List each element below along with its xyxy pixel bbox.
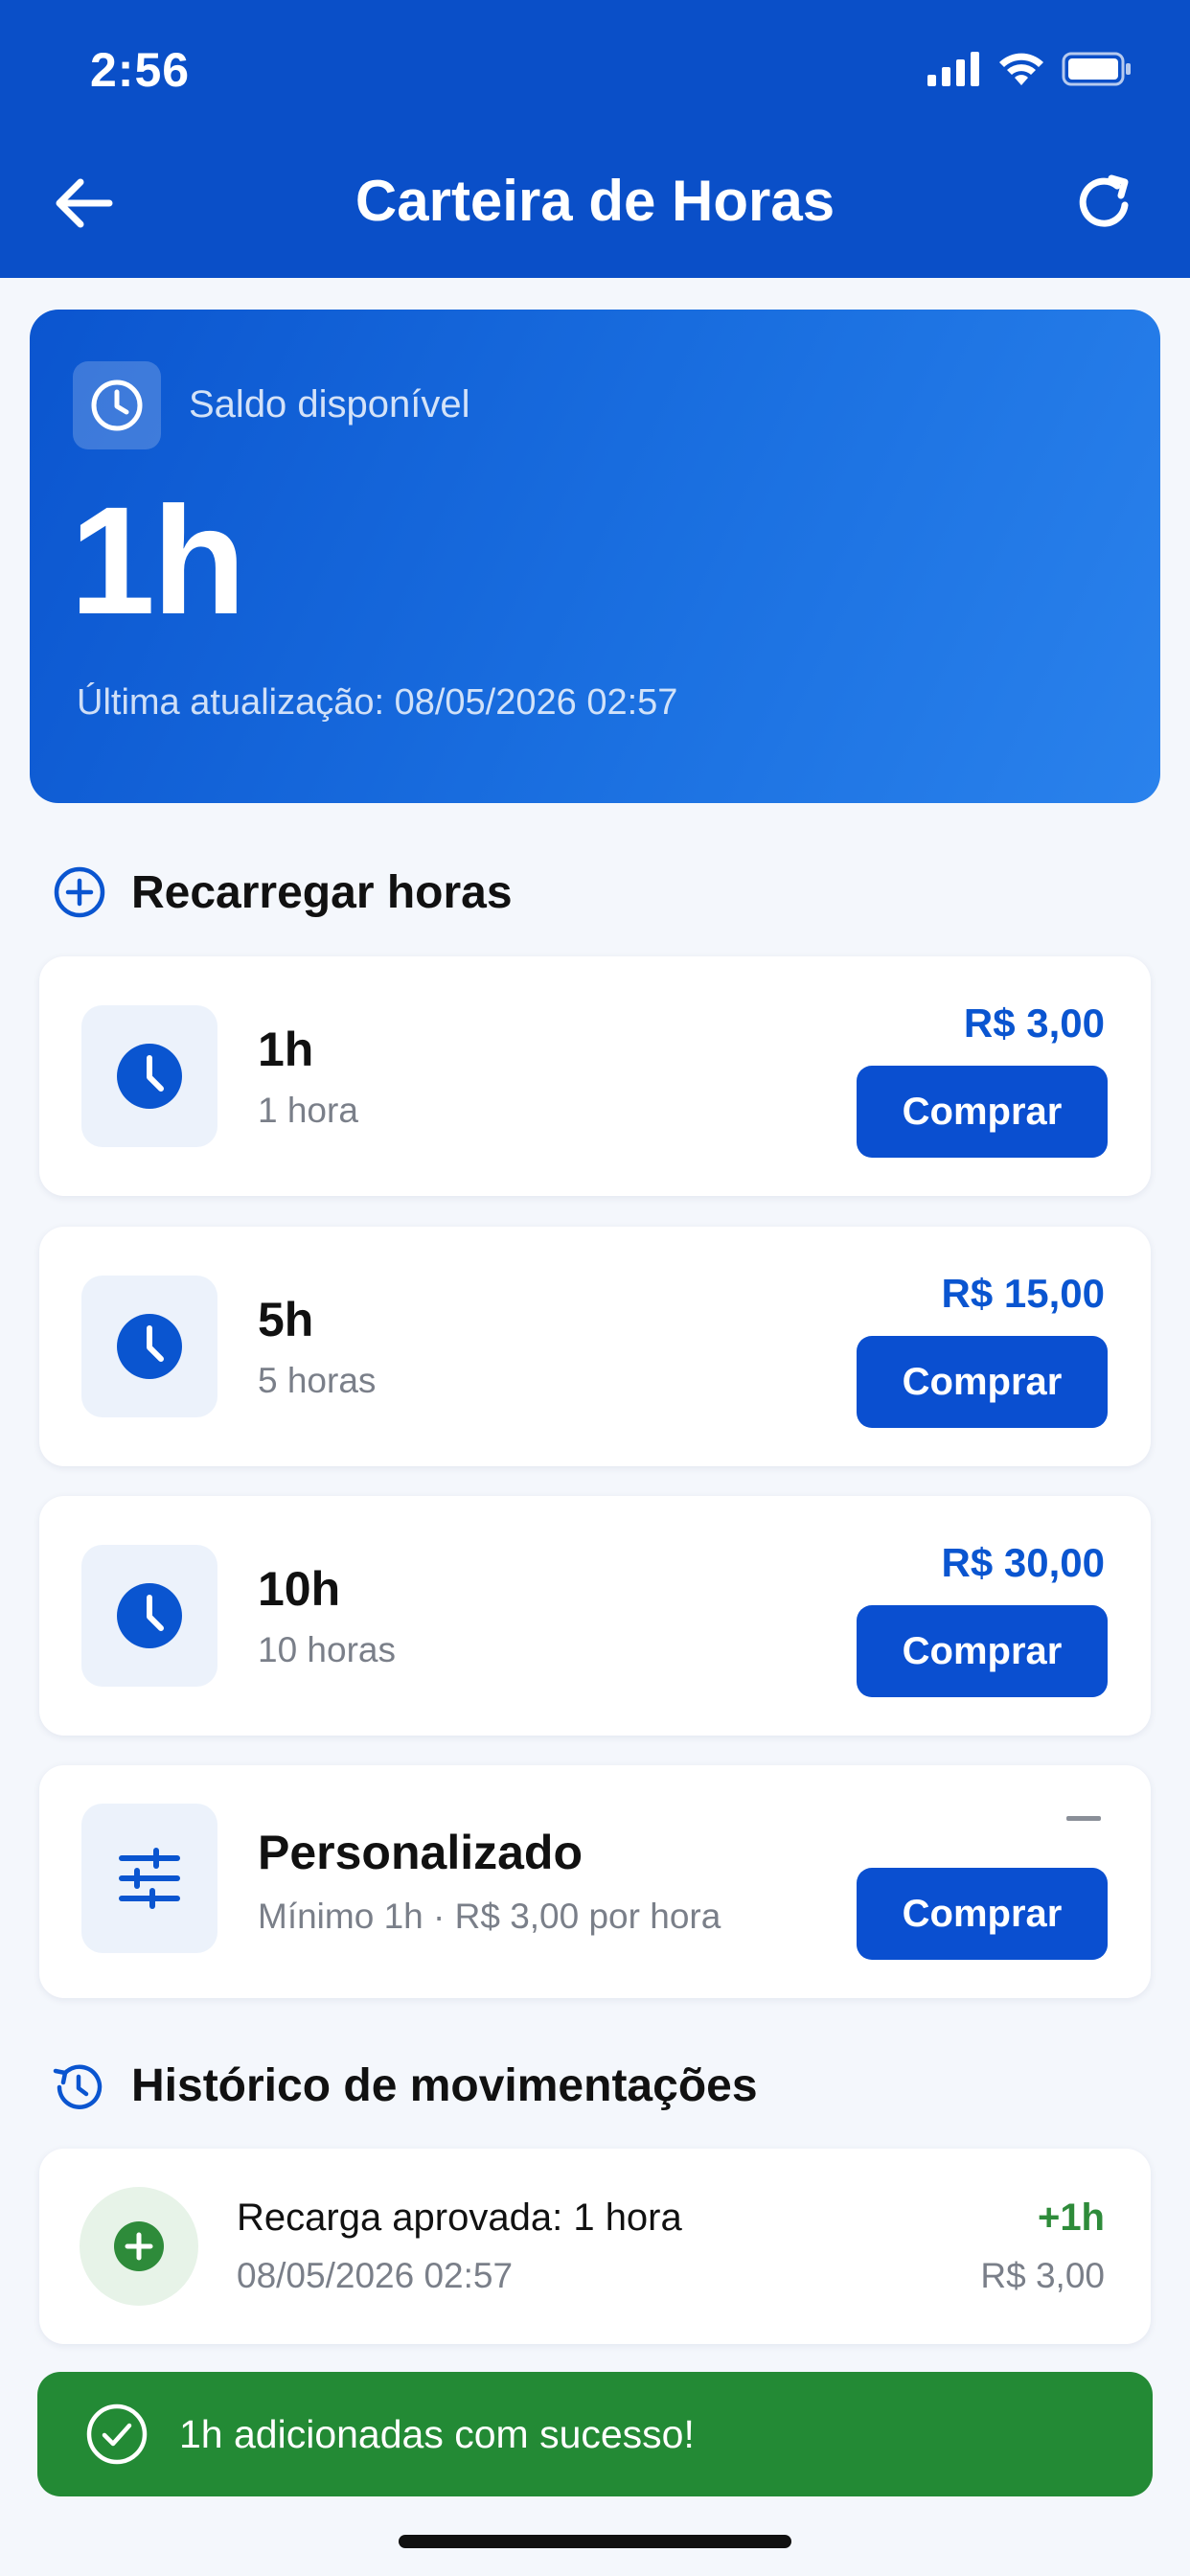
package-price: R$ 15,00 (941, 1271, 1105, 1316)
buy-button-10h[interactable]: Comprar (857, 1605, 1108, 1697)
history-date: 08/05/2026 02:57 (237, 2256, 514, 2295)
package-price: R$ 3,00 (963, 1000, 1105, 1046)
refresh-icon[interactable] (1069, 169, 1138, 238)
clock-icon (81, 1005, 217, 1147)
add-circle-icon (80, 2187, 198, 2306)
package-card-10h: 10h 10 horas R$ 30,00 Comprar (39, 1496, 1151, 1736)
package-name: Personalizado (258, 1826, 583, 1879)
add-circle-icon (54, 866, 105, 918)
minus-icon[interactable] (1066, 1816, 1101, 1821)
check-circle-icon (86, 2404, 148, 2465)
balance-updated: Última atualização: 08/05/2026 02:57 (77, 682, 678, 723)
buy-button-1h[interactable]: Comprar (857, 1066, 1108, 1158)
recharge-heading: Recarregar horas (131, 867, 513, 918)
package-subtitle: 5 horas (258, 1361, 377, 1400)
status-icons (927, 48, 1133, 90)
balance-label: Saldo disponível (189, 383, 470, 426)
history-amount: +1h (1037, 2196, 1105, 2239)
signal-icon (927, 52, 979, 86)
balance-value: 1h (70, 474, 246, 646)
package-card-5h: 5h 5 horas R$ 15,00 Comprar (39, 1227, 1151, 1466)
page-title: Carteira de Horas (355, 169, 835, 233)
buy-button-custom[interactable]: Comprar (857, 1868, 1108, 1960)
toast-message: 1h adicionadas com sucesso! (179, 2412, 695, 2456)
package-subtitle: 1 hora (258, 1091, 358, 1130)
home-indicator[interactable] (399, 2535, 791, 2548)
history-icon (53, 2064, 103, 2109)
wifi-icon (999, 53, 1043, 85)
package-name: 10h (258, 1562, 341, 1616)
package-subtitle: 10 horas (258, 1630, 396, 1669)
package-card-1h: 1h 1 hora R$ 3,00 Comprar (39, 956, 1151, 1196)
package-card-custom: Personalizado Mínimo 1h · R$ 3,00 por ho… (39, 1765, 1151, 1998)
history-price: R$ 3,00 (980, 2256, 1105, 2295)
success-toast: 1h adicionadas com sucesso! (37, 2372, 1153, 2496)
sliders-icon (81, 1804, 217, 1953)
buy-button-5h[interactable]: Comprar (857, 1336, 1108, 1428)
battery-icon (1062, 52, 1131, 86)
package-name: 1h (258, 1023, 314, 1076)
history-heading: Histórico de movimentações (131, 2060, 758, 2111)
package-price: R$ 30,00 (941, 1540, 1105, 1585)
status-time: 2:56 (90, 43, 191, 97)
history-item[interactable]: Recarga aprovada: 1 hora 08/05/2026 02:5… (39, 2149, 1151, 2344)
balance-clock-icon (73, 361, 161, 449)
package-subtitle: Mínimo 1h · R$ 3,00 por hora (258, 1897, 721, 1936)
clock-icon (81, 1545, 217, 1687)
clock-icon (81, 1276, 217, 1417)
package-name: 5h (258, 1293, 314, 1346)
history-title: Recarga aprovada: 1 hora (237, 2196, 682, 2239)
